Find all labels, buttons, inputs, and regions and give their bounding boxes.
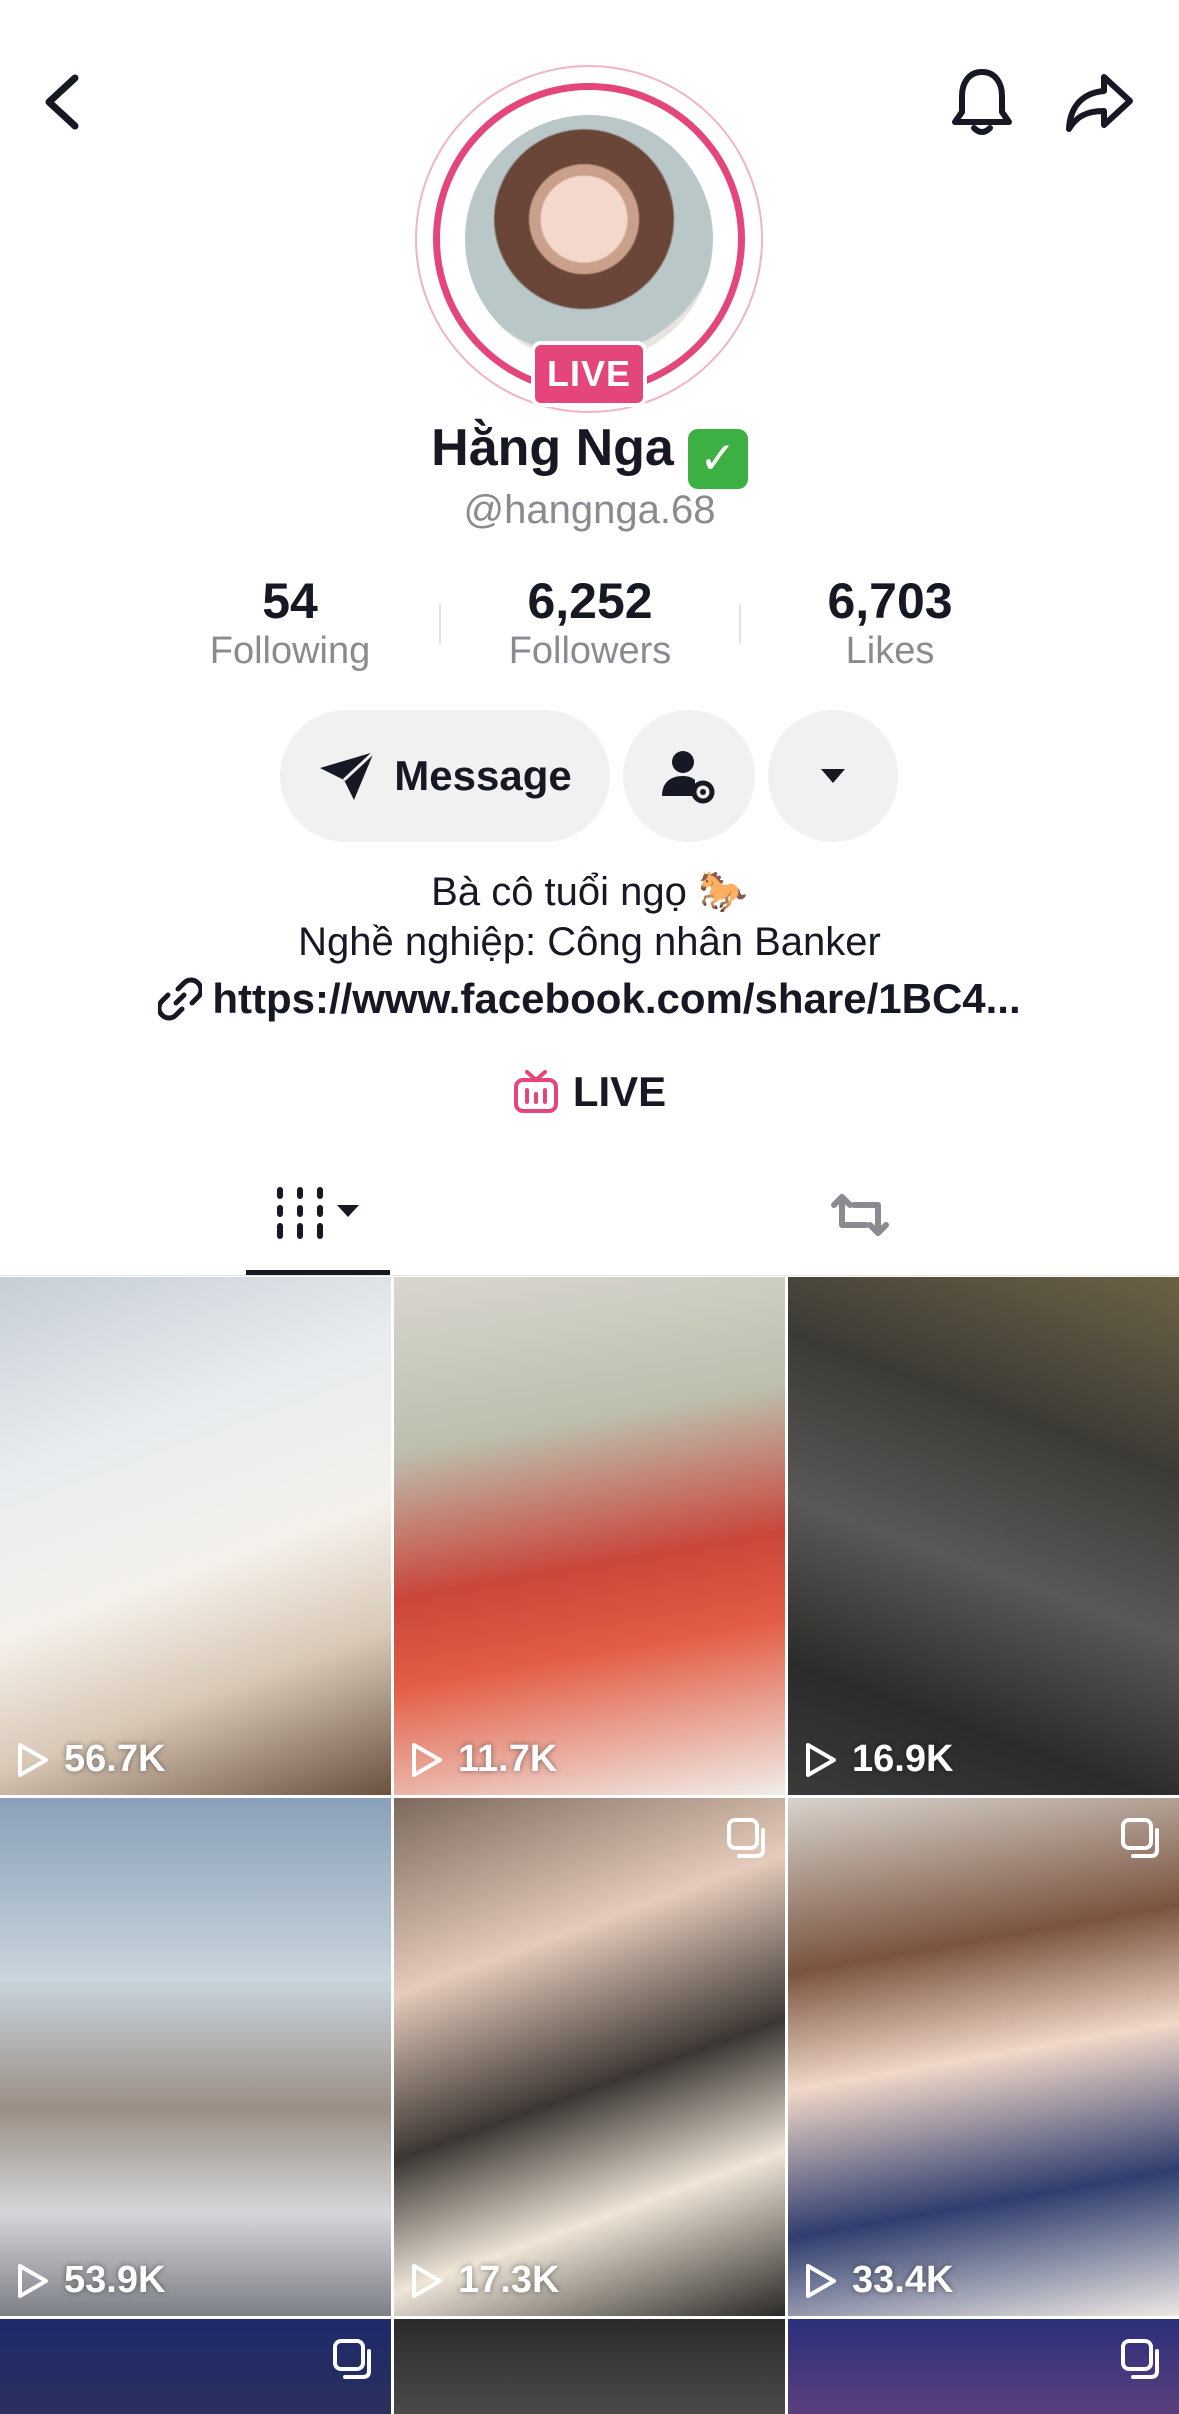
- verified-check-icon: ✓: [687, 429, 748, 489]
- multi-photo-icon: [727, 1818, 765, 1858]
- caret-down-icon: [821, 769, 845, 783]
- bell-icon: [952, 69, 1012, 135]
- grid-bars-icon: [277, 1187, 359, 1239]
- bio-link-text: https://www.facebook.com/share/1BC4...: [212, 975, 1021, 1022]
- live-link-label: LIVE: [572, 1068, 667, 1115]
- view-count: 17.3K: [410, 2259, 559, 2302]
- video-thumbnail[interactable]: 11.7K: [394, 1277, 785, 1795]
- notification-button[interactable]: [940, 60, 1024, 144]
- stat-likes[interactable]: 6,703 Likes: [740, 572, 1040, 673]
- user-settings-button[interactable]: [623, 710, 755, 842]
- link-icon: [156, 977, 204, 1021]
- profile-handle: @hangnga.68: [463, 488, 716, 532]
- view-count: 33.4K: [804, 2259, 953, 2302]
- live-badge[interactable]: LIVE: [531, 341, 647, 407]
- stat-value: 6,703: [827, 573, 953, 629]
- video-thumbnail[interactable]: [394, 2319, 785, 2414]
- user-gear-icon: [662, 751, 715, 804]
- video-thumbnail[interactable]: [788, 2319, 1179, 2414]
- video-thumbnail[interactable]: 33.4K: [788, 1798, 1179, 2316]
- bio-line: Nghề nghiệp: Công nhân Banker: [298, 920, 881, 964]
- stat-label: Likes: [845, 630, 935, 672]
- stat-value: 54: [262, 573, 318, 629]
- stat-value: 6,252: [527, 573, 653, 629]
- video-thumbnail[interactable]: 53.9K: [0, 1798, 391, 2316]
- play-icon: [412, 2263, 442, 2298]
- view-count: 53.9K: [16, 2259, 165, 2302]
- bio-link[interactable]: https://www.facebook.com/share/1BC4...: [0, 975, 1179, 1023]
- view-count: 11.7K: [410, 1738, 557, 1781]
- video-thumbnail[interactable]: [0, 2319, 391, 2414]
- back-button[interactable]: [20, 60, 104, 144]
- message-button[interactable]: Message: [280, 710, 610, 842]
- profile-name: Hằng Nga ✓: [0, 418, 1179, 489]
- stat-following[interactable]: 54 Following: [140, 572, 440, 673]
- tab-active-indicator: [246, 1270, 390, 1275]
- live-tv-icon: [513, 1070, 558, 1113]
- video-thumbnail[interactable]: 17.3K: [394, 1798, 785, 2316]
- repost-icon: [831, 1194, 889, 1236]
- play-icon: [806, 2263, 836, 2298]
- avatar[interactable]: [465, 115, 713, 363]
- play-icon: [18, 1742, 48, 1777]
- tab-videos[interactable]: [246, 1165, 390, 1265]
- multi-photo-icon: [333, 2339, 371, 2379]
- play-icon: [18, 2263, 48, 2298]
- tab-reposts[interactable]: [790, 1165, 930, 1265]
- play-icon: [412, 1742, 442, 1777]
- share-button[interactable]: [1058, 60, 1142, 144]
- message-label: Message: [394, 752, 572, 799]
- live-link[interactable]: LIVE: [0, 1068, 1179, 1116]
- display-name: Hằng Nga: [431, 419, 674, 477]
- bio-line: Bà cô tuổi ngọ 🐎: [431, 870, 748, 914]
- play-icon: [806, 1742, 836, 1777]
- share-arrow-icon: [1066, 74, 1133, 132]
- tab-divider: [0, 1275, 1179, 1276]
- paper-plane-icon: [320, 750, 376, 800]
- multi-photo-icon: [1121, 1818, 1159, 1858]
- chevron-left-icon: [45, 74, 79, 130]
- stat-label: Followers: [508, 630, 672, 672]
- more-dropdown-button[interactable]: [768, 710, 898, 842]
- multi-photo-icon: [1121, 2339, 1159, 2379]
- stat-label: Following: [209, 630, 371, 672]
- video-thumbnail[interactable]: 56.7K: [0, 1277, 391, 1795]
- stat-followers[interactable]: 6,252 Followers: [440, 572, 740, 673]
- video-thumbnail[interactable]: 16.9K: [788, 1277, 1179, 1795]
- view-count: 56.7K: [16, 1738, 165, 1781]
- view-count: 16.9K: [804, 1738, 953, 1781]
